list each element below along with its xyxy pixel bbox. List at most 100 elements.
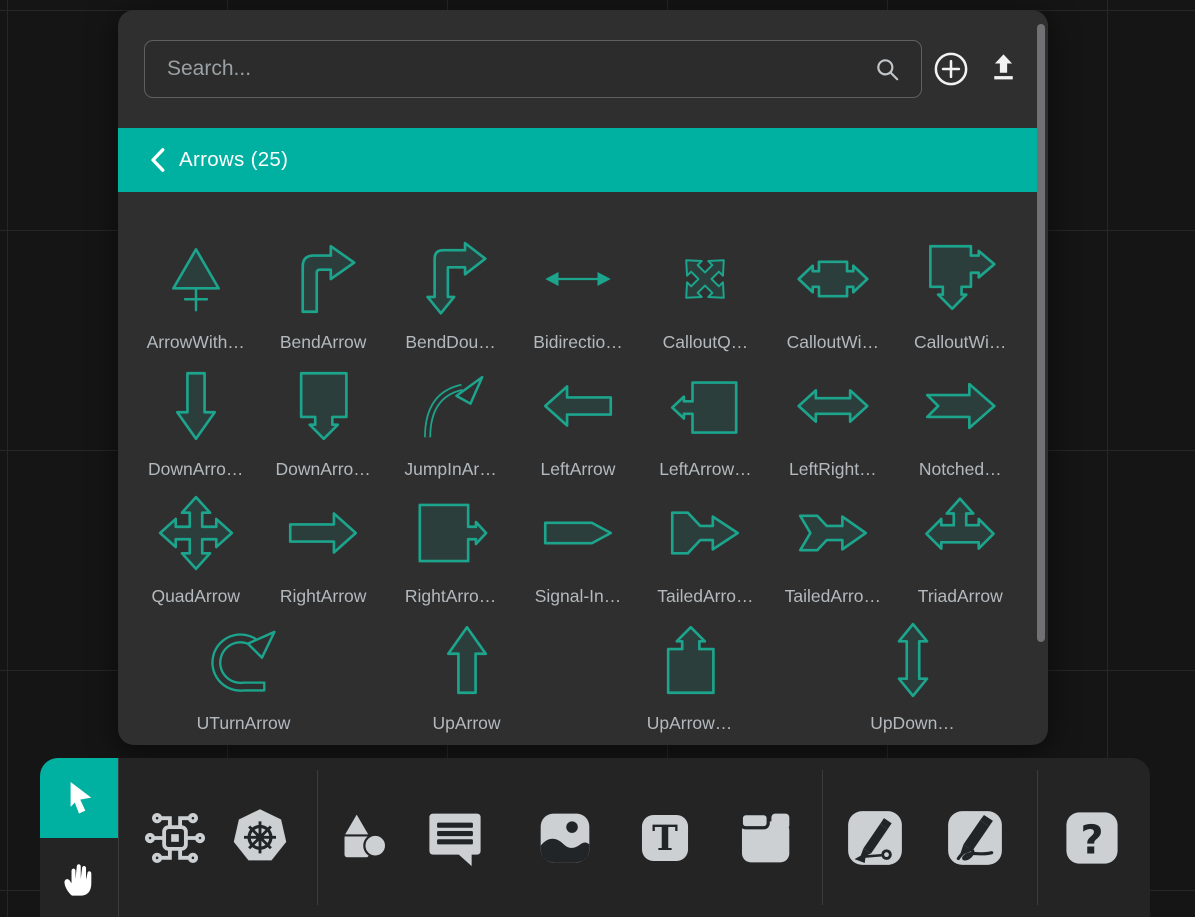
shape-item-signal-in[interactable]: Signal-In… (514, 485, 641, 612)
add-shape-button[interactable] (933, 51, 969, 87)
shape-item-up-down-arrow[interactable]: UpDown… (801, 612, 1024, 739)
sticky-note-tool-button[interactable] (733, 806, 797, 870)
connector-pen-tool-button[interactable] (843, 806, 907, 870)
shape-item-down-arrow[interactable]: DownArro… (132, 358, 259, 485)
down-arrow-icon (157, 367, 235, 445)
left-arrow-icon (539, 367, 617, 445)
tailed-arrow-icon (666, 494, 744, 572)
panel-scrollbar[interactable] (1037, 24, 1045, 642)
shape-label: BendDou… (405, 327, 495, 358)
kubernetes-tool-button[interactable] (228, 806, 292, 870)
callout-quad-arrow-icon (666, 240, 744, 318)
shape-item-u-turn-arrow[interactable]: UTurnArrow (132, 612, 355, 739)
toolbar-divider (317, 770, 318, 905)
freehand-pen-tool-button[interactable] (943, 806, 1007, 870)
up-arrow-callout-icon (651, 621, 729, 699)
hand-icon (57, 856, 101, 900)
search-icon (874, 56, 901, 83)
shape-label: CalloutQ… (663, 327, 749, 358)
shape-label: TriadArrow (918, 581, 1003, 612)
image-icon (533, 806, 597, 870)
shape-item-bend-arrow[interactable]: BendArrow (259, 231, 386, 358)
shape-item-callout-right-down-arrow[interactable]: CalloutWi… (897, 231, 1024, 358)
shape-label: CalloutWi… (914, 327, 1006, 358)
category-label: Arrows (25) (179, 148, 288, 172)
text-icon: T (633, 806, 697, 870)
shape-label: DownArro… (148, 454, 243, 485)
shape-label: RightArro… (405, 581, 496, 612)
text-tool-button[interactable]: T (633, 806, 697, 870)
shape-item-bidirectional-arrow[interactable]: Bidirectio… (514, 231, 641, 358)
shape-item-left-arrow-callout[interactable]: LeftArrow… (642, 358, 769, 485)
shape-item-jump-in-arrow[interactable]: JumpInAr… (387, 358, 514, 485)
toolbar-divider (822, 770, 823, 905)
comment-tool-button[interactable] (423, 806, 487, 870)
upload-button[interactable] (987, 53, 1020, 86)
freehand-pen-icon (943, 806, 1007, 870)
shape-item-bend-double-arrow[interactable]: BendDou… (387, 231, 514, 358)
shape-item-callout-quad-arrow[interactable]: CalloutQ… (642, 231, 769, 358)
down-arrow-callout-icon (284, 367, 362, 445)
bidirectional-arrow-icon (539, 240, 617, 318)
shape-label: TailedArro… (657, 581, 753, 612)
shape-item-triad-arrow[interactable]: TriadArrow (897, 485, 1024, 612)
tailed-arrow-chevron-icon (794, 494, 872, 572)
shape-label: UpArrow (432, 708, 500, 739)
canvas[interactable]: { "colors": { "accent": "#00b1a1", "shap… (0, 0, 1195, 917)
search-input[interactable] (144, 40, 922, 98)
shape-item-tailed-arrow-chevron[interactable]: TailedArro… (769, 485, 896, 612)
notched-right-arrow-icon (921, 367, 999, 445)
help-button[interactable]: ? (1060, 806, 1124, 870)
quad-arrow-icon (157, 494, 235, 572)
plus-circle-icon (933, 51, 969, 87)
shape-label: QuadArrow (151, 581, 240, 612)
shape-label: TailedArro… (785, 581, 881, 612)
shape-label: LeftRight… (789, 454, 877, 485)
shape-item-up-arrow-callout[interactable]: UpArrow… (578, 612, 801, 739)
comment-icon (423, 806, 487, 870)
sticky-note-icon (733, 806, 797, 870)
shape-item-right-arrow-callout[interactable]: RightArro… (387, 485, 514, 612)
shape-label: LeftArrow… (659, 454, 751, 485)
image-tool-button[interactable] (533, 806, 597, 870)
shape-item-arrow-with-tail[interactable]: ArrowWith… (132, 231, 259, 358)
shape-item-down-arrow-callout[interactable]: DownArro… (259, 358, 386, 485)
shape-item-tailed-arrow[interactable]: TailedArro… (642, 485, 769, 612)
shape-item-right-arrow[interactable]: RightArrow (259, 485, 386, 612)
select-tool-button[interactable] (40, 758, 118, 838)
shape-label: DownArro… (275, 454, 370, 485)
bend-arrow-icon (284, 240, 362, 318)
kubernetes-helm-icon (228, 806, 292, 870)
arrow-with-tail-icon (157, 240, 235, 318)
callout-right-down-arrow-icon (921, 240, 999, 318)
help-icon: ? (1060, 806, 1124, 870)
pan-tool-button[interactable] (40, 838, 118, 917)
shape-label: Notched… (919, 454, 1002, 485)
toolbar-divider (1037, 770, 1038, 905)
triad-arrow-icon (921, 494, 999, 572)
network-nodes-tool-button[interactable] (143, 806, 207, 870)
shape-label: UTurnArrow (197, 708, 291, 739)
shape-item-up-arrow[interactable]: UpArrow (355, 612, 578, 739)
shape-label: CalloutWi… (787, 327, 879, 358)
connector-pen-icon (843, 806, 907, 870)
shape-item-left-right-arrow[interactable]: LeftRight… (769, 358, 896, 485)
shape-item-notched-right-arrow[interactable]: Notched… (897, 358, 1024, 485)
shape-label: UpArrow… (647, 708, 733, 739)
shape-item-callout-left-right-arrow[interactable]: CalloutWi… (769, 231, 896, 358)
chevron-left-icon (150, 148, 165, 172)
callout-left-right-arrow-icon (794, 240, 872, 318)
shape-item-quad-arrow[interactable]: QuadArrow (132, 485, 259, 612)
shape-label: Bidirectio… (533, 327, 622, 358)
up-arrow-icon (428, 621, 506, 699)
bend-double-arrow-icon (412, 240, 490, 318)
cursor-icon (58, 777, 100, 819)
shape-label: RightArrow (280, 581, 367, 612)
text-glyph: T (652, 819, 678, 859)
shape-item-left-arrow[interactable]: LeftArrow (514, 358, 641, 485)
shape-label: BendArrow (280, 327, 367, 358)
right-arrow-callout-icon (412, 494, 490, 572)
category-header-back[interactable]: Arrows (25) (118, 128, 1038, 192)
shape-library-panel: Arrows (25) ArrowWith… BendArrow BendDou… B… (118, 10, 1048, 745)
shapes-tool-button[interactable] (333, 806, 397, 870)
